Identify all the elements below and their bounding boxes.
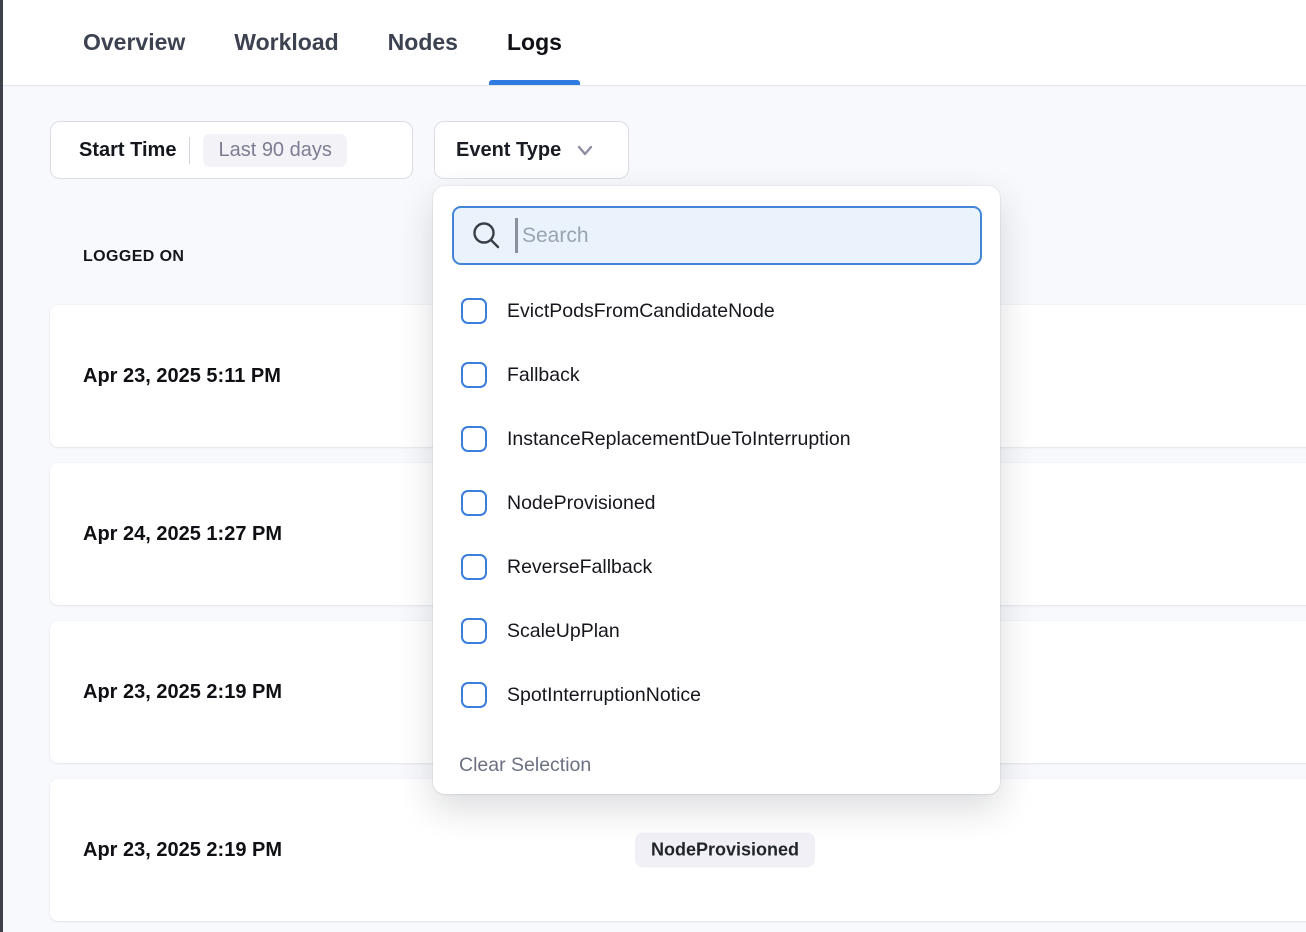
event-type-badge: NodeProvisioned [635,833,815,868]
logged-on-value: Apr 24, 2025 1:27 PM [83,523,282,546]
event-type-label: Event Type [456,139,561,162]
start-time-value-chip: Last 90 days [203,134,346,167]
tab-logs[interactable]: Logs [489,0,580,85]
event-type-options: EvictPodsFromCandidateNode Fallback Inst… [433,279,1000,727]
event-type-filter[interactable]: Event Type [434,121,629,179]
checkbox[interactable] [461,298,487,324]
tab-overview[interactable]: Overview [65,0,203,85]
table-row[interactable]: Apr 23, 2025 2:19 PM NodeProvisioned [50,779,1306,921]
option-label: SpotInterruptionNotice [507,684,701,707]
checkbox[interactable] [461,618,487,644]
tabs: Overview Workload Nodes Logs [65,0,1306,85]
start-time-label: Start Time [79,139,176,162]
chevron-down-icon [574,139,596,161]
option-label: ScaleUpPlan [507,620,620,643]
tab-nodes[interactable]: Nodes [370,0,476,85]
option-label: ReverseFallback [507,556,652,579]
clear-selection-button[interactable]: Clear Selection [459,754,591,777]
option-label: InstanceReplacementDueToInterruption [507,428,851,451]
window-left-border [0,0,3,932]
logs-page: Overview Workload Nodes Logs Start Time … [0,0,1306,932]
checkbox[interactable] [461,490,487,516]
search-field [452,206,982,265]
option-fallback[interactable]: Fallback [433,343,1000,407]
option-instance-replacement-due-to-interruption[interactable]: InstanceReplacementDueToInterruption [433,407,1000,471]
logged-on-value: Apr 23, 2025 2:19 PM [83,681,282,704]
logged-on-value: Apr 23, 2025 2:19 PM [83,839,282,862]
option-label: Fallback [507,364,580,387]
filter-divider [189,137,190,164]
option-scale-up-plan[interactable]: ScaleUpPlan [433,599,1000,663]
checkbox[interactable] [461,682,487,708]
option-evict-pods-from-candidate-node[interactable]: EvictPodsFromCandidateNode [433,279,1000,343]
start-time-filter[interactable]: Start Time Last 90 days [50,121,413,179]
logged-on-value: Apr 23, 2025 5:11 PM [83,365,281,388]
event-type-dropdown: EvictPodsFromCandidateNode Fallback Inst… [433,186,1000,794]
option-spot-interruption-notice[interactable]: SpotInterruptionNotice [433,663,1000,727]
option-node-provisioned[interactable]: NodeProvisioned [433,471,1000,535]
column-header-logged-on: LOGGED ON [83,248,184,266]
search-input[interactable] [452,206,982,265]
option-label: EvictPodsFromCandidateNode [507,300,775,323]
tab-workload[interactable]: Workload [216,0,356,85]
option-reverse-fallback[interactable]: ReverseFallback [433,535,1000,599]
checkbox[interactable] [461,362,487,388]
tab-bar: Overview Workload Nodes Logs [0,0,1306,86]
option-label: NodeProvisioned [507,492,656,515]
checkbox[interactable] [461,554,487,580]
checkbox[interactable] [461,426,487,452]
